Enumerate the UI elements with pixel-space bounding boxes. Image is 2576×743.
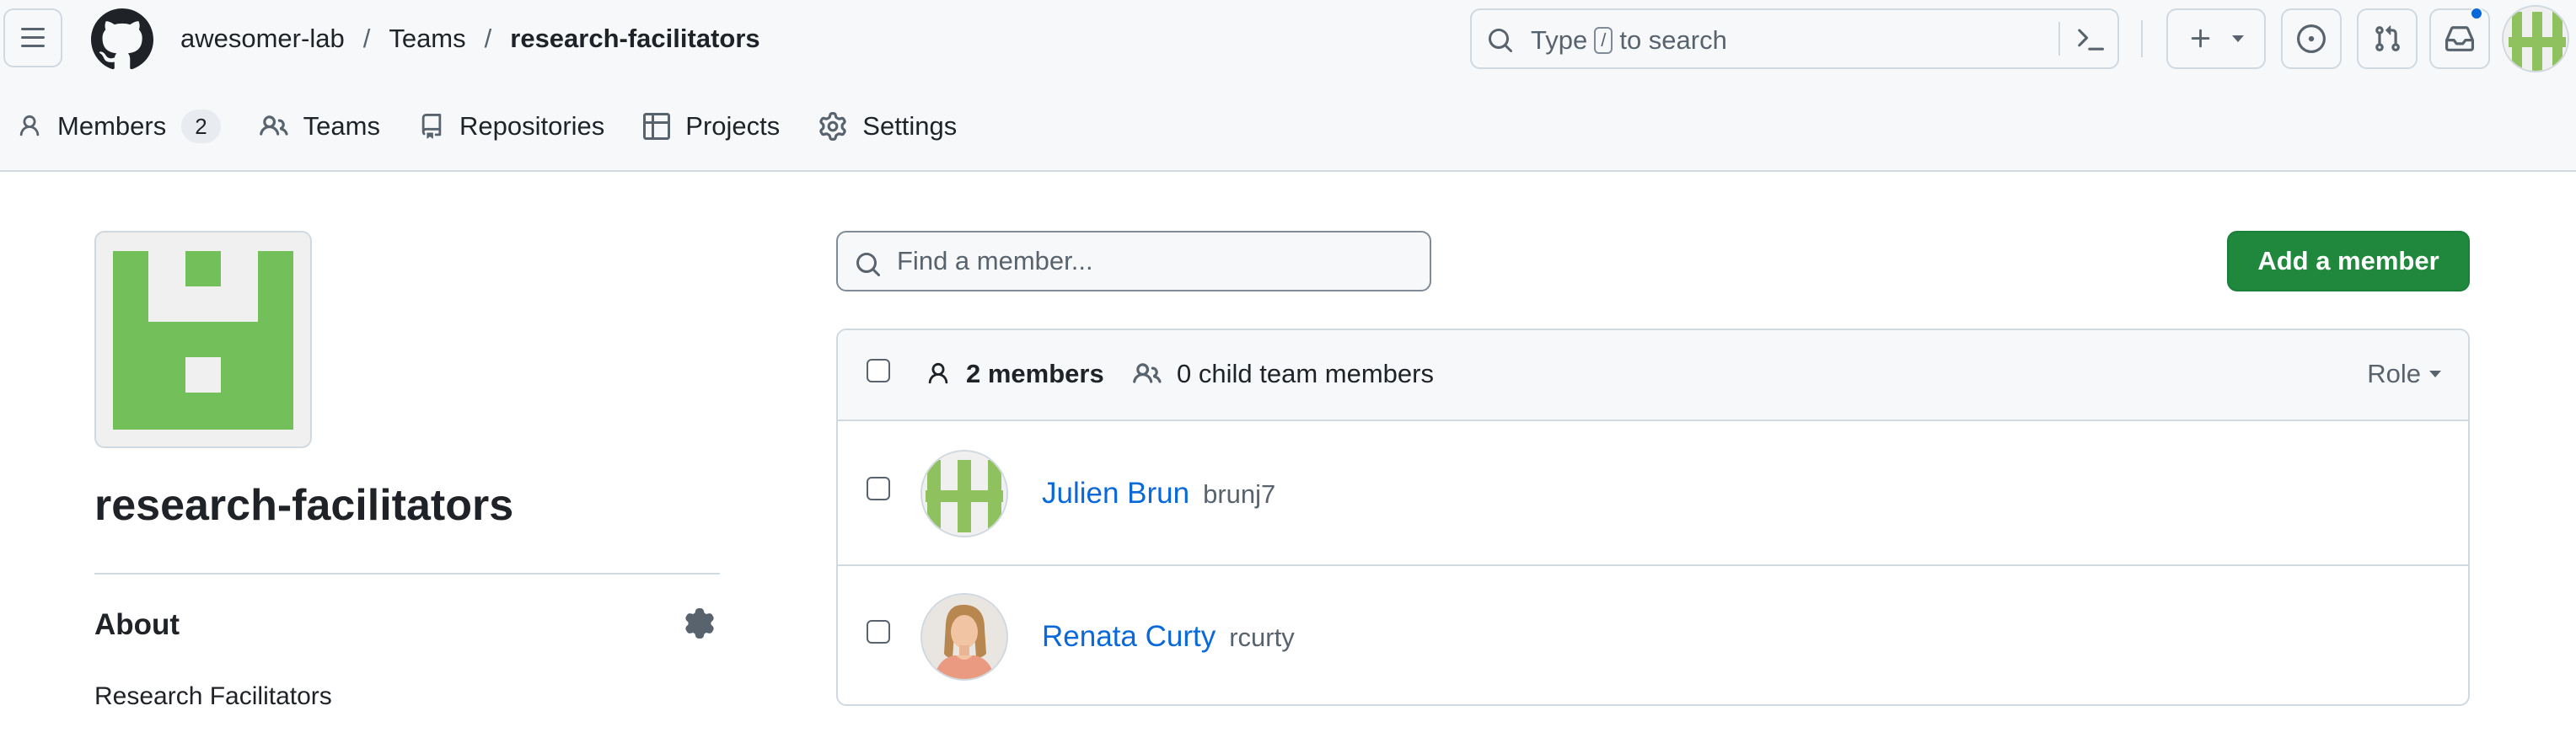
tab-teams[interactable]: Teams xyxy=(243,101,402,152)
member-login: rcurty xyxy=(1229,623,1295,652)
member-row: Julien Brun brunj7 xyxy=(838,423,2468,564)
identicon-avatar-icon xyxy=(922,452,1006,536)
identicon-avatar-icon xyxy=(2504,7,2568,71)
search-prefix: Type xyxy=(1531,25,1588,55)
tab-repositories[interactable]: Repositories xyxy=(402,101,626,152)
member-login: brunj7 xyxy=(1203,479,1276,509)
breadcrumb-separator: / xyxy=(484,24,492,53)
tab-projects[interactable]: Projects xyxy=(626,101,802,152)
search-shortcut-key: / xyxy=(1594,27,1613,54)
git-pull-request-icon xyxy=(2375,25,2400,51)
members-list: 2 members 0 child team members Role Juli… xyxy=(836,329,2470,706)
gear-icon[interactable] xyxy=(684,608,715,639)
member-identity: Julien Brun brunj7 xyxy=(1042,477,1275,510)
role-filter-label: Role xyxy=(2367,359,2421,388)
tab-members-label: Members xyxy=(57,111,167,141)
command-palette-icon[interactable] xyxy=(2077,25,2106,54)
breadcrumb-teams[interactable]: Teams xyxy=(389,24,465,54)
member-row: Renata Curty rcurty xyxy=(838,564,2468,704)
repo-icon xyxy=(421,114,442,139)
tab-repositories-label: Repositories xyxy=(459,111,605,141)
tab-members[interactable]: Members 2 xyxy=(0,101,243,152)
gear-icon xyxy=(819,112,847,141)
person-icon xyxy=(19,115,40,136)
add-member-button[interactable]: Add a member xyxy=(2227,231,2470,291)
member-checkbox[interactable] xyxy=(867,620,890,644)
member-name-link[interactable]: Julien Brun xyxy=(1042,477,1189,510)
search-divider xyxy=(2058,22,2060,56)
member-checkbox[interactable] xyxy=(867,477,890,500)
member-avatar[interactable] xyxy=(920,450,1008,537)
hamburger-icon xyxy=(21,28,45,47)
about-heading: About xyxy=(94,608,180,641)
member-avatar[interactable] xyxy=(920,593,1008,681)
members-count-badge: 2 xyxy=(181,110,221,143)
team-nav: Members 2 Teams Repositories Projects Se… xyxy=(0,101,979,152)
github-logo-icon[interactable] xyxy=(90,8,153,71)
members-list-header: 2 members 0 child team members Role xyxy=(838,330,2468,421)
tab-teams-label: Teams xyxy=(303,111,380,141)
app-header: awesomer-lab / Teams / research-facilita… xyxy=(0,0,2576,172)
role-filter-dropdown[interactable]: Role xyxy=(2367,359,2441,389)
people-icon xyxy=(1133,363,1162,383)
issue-opened-icon xyxy=(2297,24,2326,53)
child-members-label: 0 child team members xyxy=(1177,359,1434,388)
inbox-icon xyxy=(2445,26,2474,51)
child-members-count[interactable]: 0 child team members xyxy=(1133,359,1434,389)
search-suffix: to search xyxy=(1619,25,1727,55)
chevron-down-icon xyxy=(2232,35,2244,42)
breadcrumb-current[interactable]: research-facilitators xyxy=(510,24,759,54)
profile-photo-icon xyxy=(922,595,1006,679)
people-icon xyxy=(259,115,288,136)
team-avatar xyxy=(94,231,312,448)
toolbar-divider xyxy=(2141,20,2143,57)
search-icon xyxy=(856,253,881,277)
top-bar: awesomer-lab / Teams / research-facilita… xyxy=(0,0,2576,79)
team-identicon-icon xyxy=(113,251,293,430)
menu-button[interactable] xyxy=(3,8,62,67)
team-name: research-facilitators xyxy=(94,481,514,530)
members-count-label: 2 members xyxy=(966,359,1104,388)
search-icon xyxy=(1489,29,1513,53)
breadcrumb-separator: / xyxy=(362,24,371,53)
pull-requests-button[interactable] xyxy=(2357,8,2418,69)
member-identity: Renata Curty rcurty xyxy=(1042,620,1295,654)
plus-icon xyxy=(2191,29,2210,48)
user-avatar[interactable] xyxy=(2502,5,2569,72)
member-name-link[interactable]: Renata Curty xyxy=(1042,620,1216,653)
members-count[interactable]: 2 members xyxy=(926,359,1104,389)
search-placeholder: Type / to search xyxy=(1531,25,1727,56)
global-search[interactable]: Type / to search xyxy=(1470,8,2119,69)
create-new-button[interactable] xyxy=(2166,8,2266,69)
select-all-checkbox[interactable] xyxy=(867,359,890,382)
notification-indicator xyxy=(2470,7,2483,20)
person-icon xyxy=(928,362,948,384)
sidebar-divider xyxy=(94,573,720,575)
breadcrumb: awesomer-lab / Teams / research-facilita… xyxy=(180,22,760,56)
tab-settings-label: Settings xyxy=(862,111,958,141)
tab-settings[interactable]: Settings xyxy=(802,101,979,152)
breadcrumb-org[interactable]: awesomer-lab xyxy=(180,24,345,54)
find-member-field[interactable] xyxy=(836,231,1431,291)
find-member-input[interactable] xyxy=(897,244,1403,278)
issues-button[interactable] xyxy=(2281,8,2342,69)
tab-projects-label: Projects xyxy=(685,111,781,141)
team-description: Research Facilitators xyxy=(94,682,332,710)
table-icon xyxy=(643,113,671,140)
caret-down-icon xyxy=(2429,371,2441,377)
